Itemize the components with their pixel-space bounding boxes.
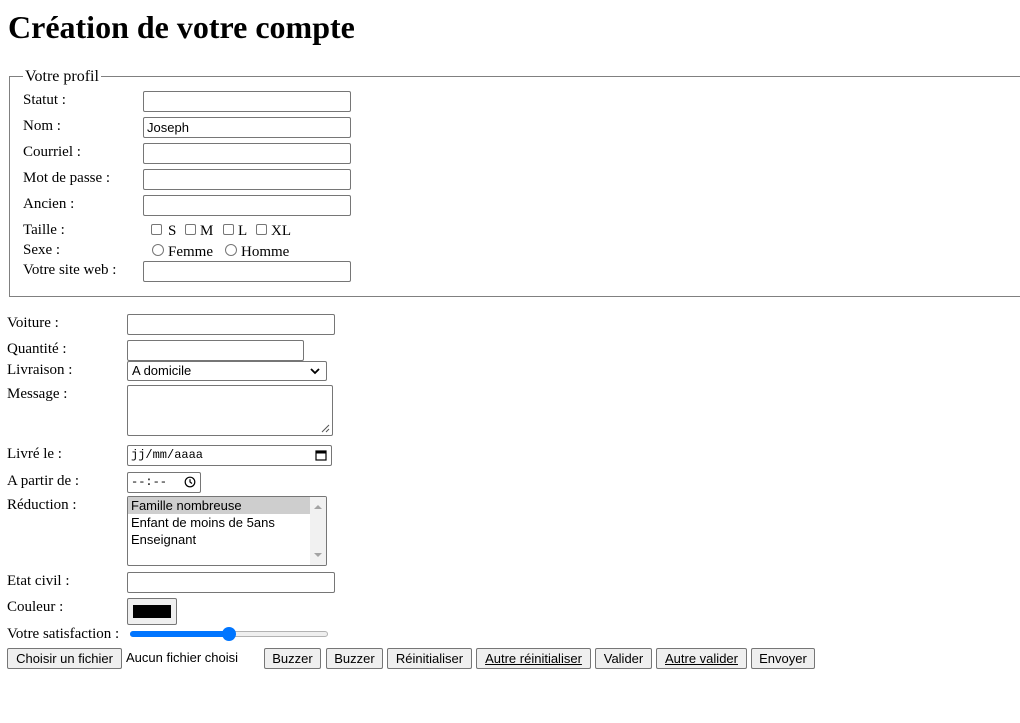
satisfaction-slider-thumb[interactable] [222, 627, 236, 641]
mot-de-passe-input[interactable] [143, 169, 351, 190]
choose-file-button[interactable]: Choisir un fichier [7, 648, 122, 669]
taille-l-label: L [238, 223, 248, 239]
statut-input[interactable] [143, 91, 351, 112]
page-title: Création de votre compte [8, 9, 355, 45]
livraison-selected-value: A domicile [132, 363, 192, 378]
satisfaction-label: Votre satisfaction : [7, 626, 120, 642]
taille-xl-label: XL [271, 223, 291, 239]
etat-civil-input[interactable] [127, 572, 335, 593]
time-placeholder: --:-- [131, 475, 168, 489]
envoyer-button[interactable]: Envoyer [751, 648, 815, 669]
courriel-input[interactable] [143, 143, 351, 164]
sexe-femme-label: Femme [168, 244, 213, 260]
livraison-label: Livraison : [7, 362, 73, 378]
taille-m-label: M [200, 223, 214, 239]
quantite-input[interactable] [127, 340, 304, 361]
nom-label: Nom : [23, 118, 61, 134]
date-placeholder: jj/mm/aaaa [131, 448, 204, 462]
reduction-option[interactable]: Enseignant [128, 531, 326, 548]
file-status: Aucun fichier choisi [126, 650, 238, 665]
nom-input[interactable]: Joseph [143, 117, 351, 138]
ancien-input[interactable] [143, 195, 351, 216]
valider-button[interactable]: Valider [595, 648, 652, 669]
site-web-input[interactable] [143, 261, 351, 282]
reduction-option[interactable]: Famille nombreuse [128, 497, 310, 514]
calendar-icon[interactable] [315, 449, 327, 461]
taille-l-checkbox[interactable] [223, 224, 234, 235]
taille-label: Taille : [23, 222, 65, 238]
taille-m-checkbox[interactable] [185, 224, 196, 235]
quantite-label: Quantité : [7, 341, 67, 357]
a-partir-de-time-input[interactable]: --:-- [127, 472, 201, 493]
autre-reinitialiser-button[interactable]: Autre réinitialiser [476, 648, 591, 669]
statut-label: Statut : [23, 92, 66, 108]
scroll-down-icon[interactable] [314, 552, 322, 558]
sexe-label: Sexe : [23, 242, 61, 258]
couleur-label: Couleur : [7, 599, 64, 615]
site-web-label: Votre site web : [23, 262, 117, 278]
reduction-option[interactable]: Enfant de moins de 5ans [128, 514, 326, 531]
listbox-scrollbar[interactable] [310, 497, 326, 565]
courriel-label: Courriel : [23, 144, 81, 160]
message-textarea[interactable] [127, 385, 333, 436]
reduction-label: Réduction : [7, 497, 77, 513]
resize-handle-icon[interactable] [321, 424, 330, 433]
fieldset-legend: Votre profil [23, 68, 101, 86]
sexe-homme-label: Homme [241, 244, 290, 260]
buzzer-button-2[interactable]: Buzzer [326, 648, 383, 669]
taille-s-label: S [168, 223, 177, 239]
reduction-listbox[interactable]: Famille nombreuse Enfant de moins de 5an… [127, 496, 327, 566]
taille-s-checkbox[interactable] [151, 224, 162, 235]
livre-le-date-input[interactable]: jj/mm/aaaa [127, 445, 332, 466]
a-partir-de-label: A partir de : [7, 473, 80, 489]
sexe-homme-radio[interactable] [225, 244, 237, 256]
satisfaction-slider-fill [130, 631, 229, 637]
voiture-label: Voiture : [7, 315, 59, 331]
clock-icon[interactable] [184, 476, 196, 488]
couleur-picker[interactable] [127, 598, 177, 625]
autre-valider-button[interactable]: Autre valider [656, 648, 747, 669]
scroll-up-icon[interactable] [314, 504, 322, 510]
message-label: Message : [7, 386, 68, 402]
livre-le-label: Livré le : [7, 446, 62, 462]
mot-de-passe-label: Mot de passe : [23, 170, 111, 186]
livraison-select[interactable]: A domicile [127, 361, 327, 381]
voiture-input[interactable] [127, 314, 335, 335]
reinitialiser-button[interactable]: Réinitialiser [387, 648, 472, 669]
sexe-femme-radio[interactable] [152, 244, 164, 256]
taille-xl-checkbox[interactable] [256, 224, 267, 235]
etat-civil-label: Etat civil : [7, 573, 70, 589]
chevron-down-icon [309, 365, 321, 377]
ancien-label: Ancien : [23, 196, 75, 212]
buzzer-button[interactable]: Buzzer [264, 648, 321, 669]
color-swatch [133, 605, 171, 618]
